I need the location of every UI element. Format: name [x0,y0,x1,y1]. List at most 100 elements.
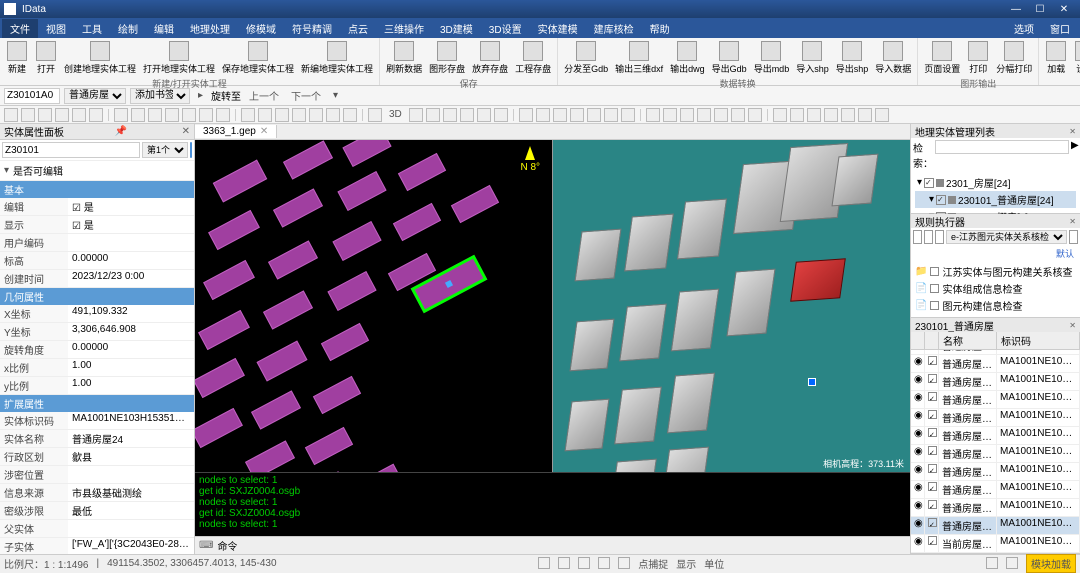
toolbar-icon[interactable] [587,108,601,122]
menu-window[interactable]: 窗口 [1042,19,1078,38]
map-shape[interactable] [327,271,376,311]
rule-config-icon[interactable] [1069,230,1078,244]
table-row[interactable]: ◉普通房屋23MA1001NE103H1535... [911,499,1080,517]
menu-item[interactable]: 建库核检 [586,19,642,38]
rule-item[interactable]: 📁江苏实体与图元构建关系核查 [915,263,1076,280]
status-snap[interactable]: 点捕捉 [638,556,668,571]
entity-mgr-close-icon[interactable]: ✕ [1069,127,1076,136]
viewport-2d[interactable]: N 8° [195,140,552,472]
map-shape[interactable] [273,188,323,227]
building-model[interactable] [574,229,621,282]
tile-print-button[interactable]: 分幅打印 [993,40,1035,76]
close-icon[interactable]: ✕ [1052,4,1076,15]
menu-item[interactable]: 帮助 [642,19,678,38]
property-row[interactable]: 信息来源市县级基础测绘 [0,484,194,502]
minimize-icon[interactable]: — [1004,4,1028,15]
open-geo-button[interactable]: 打开地理实体工程 [140,40,218,76]
save-geo-button[interactable]: 保存地理实体工程 [219,40,297,76]
table-header[interactable]: 标识码 [997,332,1080,349]
map-shape[interactable] [358,464,402,472]
map-shape[interactable] [283,140,333,179]
tree-node[interactable]: ▾2301_房屋[24] [915,174,1076,191]
toolbar-icon[interactable] [55,108,69,122]
property-filter-go-icon[interactable] [190,142,192,158]
rule-exec-close-icon[interactable]: ✕ [1069,217,1076,226]
map-shape[interactable] [393,203,441,241]
toolbar-icon[interactable] [114,108,128,122]
building-model[interactable] [614,387,662,445]
table-header[interactable] [911,332,925,349]
toolbar-icon[interactable] [241,108,255,122]
toolbar-icon[interactable] [292,108,306,122]
panel-pin-icon[interactable]: 📌 [115,126,127,137]
exp-shp-button[interactable]: 导出shp [833,40,872,76]
rule-item[interactable]: 📄图元构建信息检查 [915,297,1076,314]
property-row[interactable]: 用户编码 [0,234,194,252]
toolbar-icon[interactable] [182,108,196,122]
status-mode-icon[interactable] [986,557,998,569]
tab-document[interactable]: 3363_1.gep ✕ [195,125,277,138]
rule-item[interactable]: 📄实体组成信息检查 [915,280,1076,297]
property-row[interactable]: 旋转角度0.00000 [0,341,194,359]
entity-table-close-icon[interactable]: ✕ [1069,321,1076,330]
status-tool-icon[interactable] [538,557,550,569]
table-header[interactable] [925,332,939,349]
map-shape[interactable] [321,323,369,361]
status-unit[interactable]: 单位 [704,556,724,571]
toolbar-icon[interactable] [553,108,567,122]
ruleset-select[interactable]: e-江苏图元实体关系核检 [946,230,1067,244]
toolbar-icon[interactable] [858,108,872,122]
toolbar-icon[interactable] [875,108,889,122]
create-geo-button[interactable]: 创建地理实体工程 [61,40,139,76]
table-row[interactable]: ◉普通房屋17MA1001NE103H1535... [911,391,1080,409]
building-model-selected[interactable] [790,258,846,301]
property-row[interactable]: 行政区划歙县 [0,448,194,466]
toolbar-icon[interactable] [604,108,618,122]
status-tool-icon[interactable] [618,557,630,569]
property-group-header[interactable]: 几何属性 [0,288,194,305]
out-3d-dxf-button[interactable]: 输出三维dxf [612,40,666,76]
toolbar-icon[interactable] [460,108,474,122]
property-row[interactable]: x比例1.00 [0,359,194,377]
status-module-badge[interactable]: 模块加载 [1026,554,1076,573]
menu-item[interactable]: 符号精调 [284,19,340,38]
save-gfx-button[interactable]: 图形存盘 [426,40,468,76]
map-shape[interactable] [451,185,499,223]
menu-item[interactable]: 实体建模 [530,19,586,38]
open-button[interactable]: 打开 [32,40,60,76]
property-row[interactable]: 涉密位置 [0,466,194,484]
building-model[interactable] [619,304,667,362]
entity-search-input[interactable] [935,140,1069,154]
command-input[interactable] [241,540,906,551]
toolbar-icon[interactable] [275,108,289,122]
property-row[interactable]: 标高0.00000 [0,252,194,270]
exp-mdb-button[interactable]: 导出mdb [751,40,793,76]
table-row[interactable]: ◉普通房屋16MA1001NE103H1535... [911,373,1080,391]
toolbar-icon[interactable] [38,108,52,122]
toolbar-icon[interactable] [494,108,508,122]
toolbar-icon[interactable] [343,108,357,122]
menu-item[interactable]: 地理处理 [182,19,238,38]
discard-button[interactable]: 放弃存盘 [469,40,511,76]
tree-node[interactable]: ▾230101_普通房屋[24] [915,191,1076,208]
bookmark-select[interactable]: 添加书签 [130,88,190,104]
menu-item[interactable]: 3D建模 [432,19,481,38]
toolbar-icon[interactable] [807,108,821,122]
building-model[interactable] [667,373,715,434]
menu-item[interactable]: 视图 [38,19,74,38]
property-row[interactable]: y比例1.00 [0,377,194,395]
next-button[interactable]: 下一个 [287,88,325,103]
toolbar-icon[interactable] [748,108,762,122]
imp-shp-button[interactable]: 导入shp [793,40,832,76]
settings-button[interactable]: 设置 [1071,40,1080,76]
building-model[interactable] [569,319,614,372]
toolbar-icon[interactable] [148,108,162,122]
building-model[interactable] [677,199,727,260]
menu-item[interactable]: 三维操作 [376,19,432,38]
page-setup-button[interactable]: 页面设置 [921,40,963,76]
property-filter-input[interactable] [2,142,140,158]
print-button[interactable]: 打印 [964,40,992,76]
status-display[interactable]: 显示 [676,556,696,571]
status-mode-icon[interactable] [1006,557,1018,569]
entity-table-body[interactable]: ◉普通房屋2MA1001NE103H1535...◉普通房屋3MA1001NE1… [911,350,1080,553]
